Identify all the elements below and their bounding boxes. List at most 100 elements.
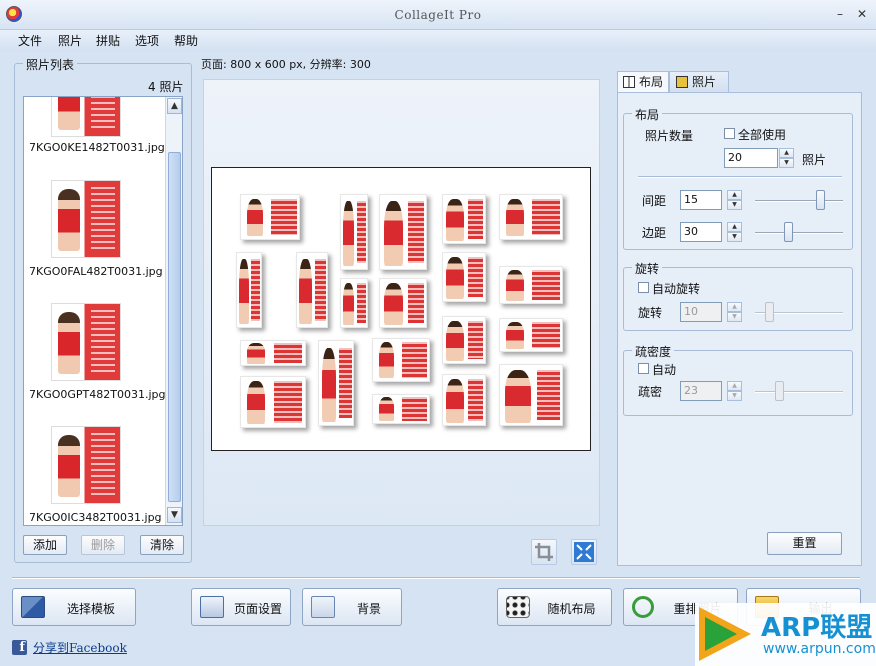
facebook-icon[interactable]: f [12,640,27,655]
title-bar: CollageIt Pro – ✕ [0,0,876,30]
margin-label: 边距 [642,226,667,240]
auto-density-label: 自动 [652,363,677,377]
collage-photo[interactable] [236,252,262,328]
collage-photo[interactable] [499,194,563,240]
margin-input[interactable]: 30 [680,222,722,242]
layout-tab-panel: 布局 照片数量 全部使用 20 ▲ ▼ 照片 间距 15 ▲ ▼ 边距 30 ▲ ▼ … [617,92,862,566]
reset-button[interactable]: 重置 [767,532,842,555]
choose-template-button[interactable]: 选择模板 [12,588,136,626]
margin-stepper[interactable]: ▲ ▼ [727,222,742,242]
settings-tabs: 布局 照片 [617,71,862,93]
density-group: 疏密度 自动 疏密 23 ▲ ▼ [623,343,853,416]
collage-photo[interactable] [499,318,563,352]
collage-photo[interactable] [240,194,300,240]
collage-photo[interactable] [318,340,354,426]
bottom-separator [12,577,860,579]
menu-collage[interactable]: 拼贴 [96,32,120,49]
dice-icon [506,596,530,618]
random-layout-button[interactable]: 随机布局 [497,588,612,626]
collage-photo[interactable] [372,338,430,382]
arp-watermark: ARP联盟 www.arpun.com [695,603,876,666]
photo-list-title: 照片列表 [23,56,78,73]
rotate-input[interactable]: 10 [680,302,722,322]
page-setup-icon [200,596,224,618]
list-item[interactable]: 7KGO0FAL482T0031.jpg [24,97,166,278]
density-slider[interactable] [755,391,843,393]
list-item[interactable]: 7KGO0GPT482T0031.jpg [24,220,166,401]
collage-photo[interactable] [240,340,306,366]
menu-help[interactable]: 帮助 [174,32,198,49]
page-setup-button[interactable]: 页面设置 [191,588,291,626]
photo-count-field-label: 照片数量 [645,129,694,143]
crop-icon[interactable] [531,539,557,565]
background-icon [311,596,335,618]
spacing-slider-thumb[interactable] [816,190,826,210]
layout-icon [623,76,635,88]
spacing-stepper[interactable]: ▲ ▼ [727,190,742,210]
photo-list[interactable]: 7KGO0KE1482T0031.jpg 7KGO0FAL482T0031.jp… [23,96,183,526]
density-slider-thumb[interactable] [774,381,784,401]
margin-slider[interactable] [755,232,843,234]
collage-photo[interactable] [296,252,328,328]
collage-photo[interactable] [379,278,427,328]
menu-bar: 文件 照片 拼贴 选项 帮助 [0,30,876,51]
menu-photo[interactable]: 照片 [58,32,82,49]
photo-thumbnail [51,426,121,504]
watermark-url: www.arpun.com [763,641,876,657]
photo-filename: 7KGO0IC3482T0031.jpg [29,511,162,524]
tab-photos[interactable]: 照片 [669,71,729,93]
menu-file[interactable]: 文件 [18,32,42,49]
photo-unit-label: 照片 [802,153,827,167]
spacing-input[interactable]: 15 [680,190,722,210]
photo-icon [676,76,688,88]
photo-count-stepper[interactable]: ▲ ▼ [779,148,794,168]
use-all-label: 全部使用 [738,128,787,142]
clear-photos-button[interactable]: 清除 [140,535,184,555]
density-stepper[interactable]: ▲ ▼ [727,381,742,401]
close-button[interactable]: ✕ [854,6,870,22]
refresh-icon [632,596,654,618]
layout-separator [638,176,842,178]
collage-photo[interactable] [340,194,368,270]
rotate-stepper[interactable]: ▲ ▼ [727,302,742,322]
collage-page[interactable] [211,167,591,451]
spacing-slider[interactable] [755,200,843,202]
rotate-slider-thumb[interactable] [765,302,775,322]
collage-photo[interactable] [499,266,563,304]
photo-count-input[interactable]: 20 [724,148,778,168]
auto-density-checkbox[interactable] [638,363,649,374]
collage-photo[interactable] [340,278,368,328]
density-input[interactable]: 23 [680,381,722,401]
collage-photo[interactable] [442,252,486,302]
scroll-thumb[interactable] [168,152,181,502]
collage-photo[interactable] [442,374,486,426]
minimize-button[interactable]: – [832,6,848,22]
add-photo-button[interactable]: 添加 [23,535,67,555]
use-all-checkbox[interactable] [724,128,735,139]
background-button[interactable]: 背景 [302,588,402,626]
margin-slider-thumb[interactable] [783,222,793,242]
auto-rotate-checkbox[interactable] [638,282,649,293]
fit-to-window-icon[interactable] [571,539,597,565]
collage-photo[interactable] [379,194,427,270]
template-icon [21,596,45,618]
layout-group-title: 布局 [632,106,663,123]
window-title: CollageIt Pro [394,8,482,22]
menu-options[interactable]: 选项 [135,32,159,49]
rotate-label: 旋转 [638,306,663,320]
delete-photo-button[interactable]: 删除 [81,535,125,555]
scroll-up-icon[interactable]: ▲ [167,98,182,114]
layout-group: 布局 照片数量 全部使用 20 ▲ ▼ 照片 间距 15 ▲ ▼ 边距 30 ▲ ▼ [623,106,853,250]
collage-photo[interactable] [442,194,486,244]
collage-photo[interactable] [442,316,486,364]
collage-photo[interactable] [372,394,430,424]
scroll-down-icon[interactable]: ▼ [167,507,182,523]
list-item[interactable]: 7KGO0IC3482T0031.jpg [24,343,166,524]
density-group-title: 疏密度 [632,343,675,360]
share-facebook-link[interactable]: 分享到Facebook [33,639,127,656]
collage-photo[interactable] [240,376,306,428]
tab-layout[interactable]: 布局 [617,71,669,93]
rotate-group-title: 旋转 [632,260,663,277]
photo-list-scrollbar[interactable]: ▲ ▼ [165,97,182,525]
collage-photo[interactable] [499,364,563,426]
